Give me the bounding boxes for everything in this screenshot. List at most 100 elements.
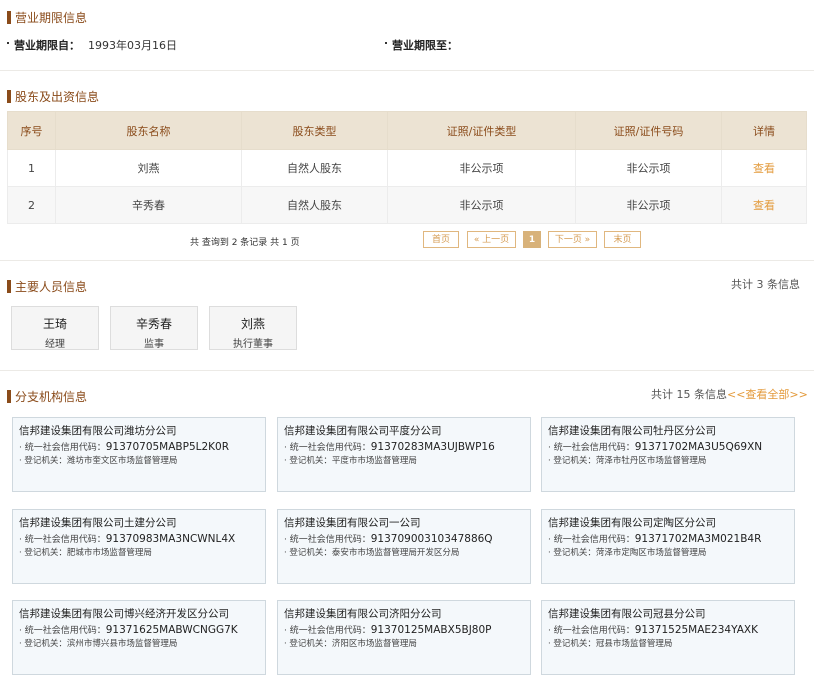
branch-reg-row: · 登记机关：菏泽市定陶区市场监督管理局 <box>548 546 794 558</box>
term-from-label: 营业期限自： <box>14 39 80 52</box>
branch-code-row: · 统一社会信用代码：91371702MA3U5Q69XN <box>548 440 794 453</box>
bullet <box>7 42 9 44</box>
credit-code-value: 91370983MA3NCWNL4X <box>105 533 236 545</box>
branch-reg-row: · 登记机关：滨州市博兴县市场监督管理局 <box>19 637 265 649</box>
next-page-button[interactable]: 下一页 » <box>548 231 597 248</box>
branch-name: 信邦建设集团有限公司冠县分公司 <box>548 608 706 620</box>
cell-no: 2 <box>7 186 56 224</box>
shareholders-title: 股东及出资信息 <box>7 88 99 105</box>
business-term-title-text: 营业期限信息 <box>15 11 88 25</box>
branch-code-row: · 统一社会信用代码：91371702MA3M021B4R <box>548 532 794 545</box>
branch-name: 信邦建设集团有限公司一公司 <box>284 517 421 529</box>
branch-card[interactable]: 信邦建设集团有限公司牡丹区分公司 · 统一社会信用代码：91371702MA3U5… <box>541 417 795 492</box>
branch-name: 信邦建设集团有限公司平度分公司 <box>284 425 442 437</box>
reg-authority-label: · 登记机关： <box>548 548 596 558</box>
branches-count-wrap: 共计 15 条信息<<查看全部>> <box>651 386 808 402</box>
branch-code-row: · 统一社会信用代码：91371525MAE234YAXK <box>548 623 794 636</box>
prev-page-button[interactable]: « 上一页 <box>467 231 516 248</box>
first-page-button[interactable]: 首页 <box>423 231 459 248</box>
branch-name: 信邦建设集团有限公司济阳分公司 <box>284 608 442 620</box>
view-all-link[interactable]: <<查看全部>> <box>727 388 808 401</box>
reg-authority-label: · 登记机关： <box>548 639 596 649</box>
term-to-label: 营业期限至： <box>392 39 458 52</box>
reg-authority-label: · 登记机关： <box>284 456 332 466</box>
cell-type: 自然人股东 <box>241 149 388 187</box>
credit-code-label: · 统一社会信用代码： <box>284 443 371 453</box>
credit-code-value: 91371525MAE234YAXK <box>634 624 758 636</box>
col-header-type: 股东类型 <box>241 111 388 150</box>
key-personnel-title: 主要人员信息 <box>7 278 87 295</box>
reg-authority-value: 菏泽市牡丹区市场监督管理局 <box>595 456 707 466</box>
branch-reg-row: · 登记机关：肥城市市场监督管理局 <box>19 546 265 558</box>
col-header-detail: 详情 <box>721 111 807 150</box>
credit-code-value: 91370900310347886Q <box>370 533 493 545</box>
branch-code-row: · 统一社会信用代码：91370983MA3NCWNL4X <box>19 532 265 545</box>
branch-reg-row: · 登记机关：平度市市场监督管理局 <box>284 454 530 466</box>
view-detail-link[interactable]: 查看 <box>753 162 775 175</box>
cell-name: 刘燕 <box>55 149 242 187</box>
branch-card[interactable]: 信邦建设集团有限公司定陶区分公司 · 统一社会信用代码：91371702MA3M0… <box>541 509 795 584</box>
branch-card[interactable]: 信邦建设集团有限公司一公司 · 统一社会信用代码：9137090031034788… <box>277 509 531 584</box>
cell-name: 辛秀春 <box>55 186 242 224</box>
branch-reg-row: · 登记机关：潍坊市奎文区市场监督管理局 <box>19 454 265 466</box>
branch-card[interactable]: 信邦建设集团有限公司济阳分公司 · 统一社会信用代码：91370125MABX5B… <box>277 600 531 675</box>
person-name: 王琦 <box>42 317 67 331</box>
branch-card[interactable]: 信邦建设集团有限公司潍坊分公司 · 统一社会信用代码：91370705MABP5L… <box>12 417 266 492</box>
branch-name: 信邦建设集团有限公司牡丹区分公司 <box>548 425 716 437</box>
reg-authority-value: 泰安市市场监督管理局开发区分局 <box>331 548 460 558</box>
reg-authority-label: · 登记机关： <box>284 548 332 558</box>
reg-authority-value: 肥城市市场监督管理局 <box>66 548 152 558</box>
credit-code-label: · 统一社会信用代码： <box>284 626 371 636</box>
branch-card[interactable]: 信邦建设集团有限公司博兴经济开发区分公司 · 统一社会信用代码：91371625M… <box>12 600 266 675</box>
col-header-id-type: 证照/证件类型 <box>387 111 576 150</box>
cell-id-no: 非公示项 <box>575 186 722 224</box>
person-card[interactable]: 王琦 经理 <box>11 306 99 350</box>
reg-authority-label: · 登记机关： <box>19 548 67 558</box>
col-header-no: 序号 <box>7 111 56 150</box>
reg-authority-value: 潍坊市奎文区市场监督管理局 <box>66 456 178 466</box>
cell-type: 自然人股东 <box>241 186 388 224</box>
branch-card[interactable]: 信邦建设集团有限公司冠县分公司 · 统一社会信用代码：91371525MAE234… <box>541 600 795 675</box>
person-role: 经理 <box>45 339 65 350</box>
branch-card[interactable]: 信邦建设集团有限公司土建分公司 · 统一社会信用代码：91370983MA3NCW… <box>12 509 266 584</box>
reg-authority-value: 济阳区市场监督管理局 <box>331 639 417 649</box>
personnel-count: 共计 3 条信息 <box>731 278 800 291</box>
branch-code-row: · 统一社会信用代码：91370900310347886Q <box>284 532 530 545</box>
person-name: 刘燕 <box>240 317 265 331</box>
last-page-button[interactable]: 末页 <box>604 231 641 248</box>
branch-name: 信邦建设集团有限公司土建分公司 <box>19 517 177 529</box>
reg-authority-value: 菏泽市定陶区市场监督管理局 <box>595 548 707 558</box>
branch-card[interactable]: 信邦建设集团有限公司平度分公司 · 统一社会信用代码：91370283MA3UJB… <box>277 417 531 492</box>
credit-code-label: · 统一社会信用代码： <box>548 443 635 453</box>
page-1-button[interactable]: 1 <box>523 231 541 248</box>
pager-summary: 共 查询到 2 条记录 共 1 页 <box>190 238 300 248</box>
branch-reg-row: · 登记机关：泰安市市场监督管理局开发区分局 <box>284 546 530 558</box>
credit-code-value: 91370705MABP5L2K0R <box>105 441 230 453</box>
reg-authority-value: 平度市市场监督管理局 <box>331 456 417 466</box>
reg-authority-label: · 登记机关： <box>19 639 67 649</box>
branch-name: 信邦建设集团有限公司博兴经济开发区分公司 <box>19 608 229 620</box>
table-row: 1 刘燕 自然人股东 非公示项 非公示项 查看 <box>7 149 807 187</box>
person-card[interactable]: 辛秀春 监事 <box>110 306 198 350</box>
branches-title: 分支机构信息 <box>7 388 87 405</box>
divider <box>0 370 814 371</box>
credit-code-value: 91371625MABWCNGG7K <box>105 624 238 636</box>
col-header-name: 股东名称 <box>55 111 242 150</box>
branches-title-text: 分支机构信息 <box>15 390 88 404</box>
reg-authority-value: 冠县市场监督管理局 <box>595 639 673 649</box>
reg-authority-label: · 登记机关： <box>19 456 67 466</box>
shareholders-title-text: 股东及出资信息 <box>15 90 100 104</box>
branch-code-row: · 统一社会信用代码：91370125MABX5BJ80P <box>284 623 530 636</box>
reg-authority-label: · 登记机关： <box>548 456 596 466</box>
view-detail-link[interactable]: 查看 <box>753 199 775 212</box>
divider <box>0 260 814 261</box>
credit-code-value: 91370125MABX5BJ80P <box>370 624 492 636</box>
person-card[interactable]: 刘燕 执行董事 <box>209 306 297 350</box>
credit-code-value: 91370283MA3UJBWP16 <box>370 441 495 453</box>
person-role: 监事 <box>144 339 164 350</box>
branch-name: 信邦建设集团有限公司潍坊分公司 <box>19 425 177 437</box>
credit-code-label: · 统一社会信用代码： <box>284 535 371 545</box>
divider <box>0 70 814 71</box>
credit-code-label: · 统一社会信用代码： <box>548 535 635 545</box>
cell-id-no: 非公示项 <box>575 149 722 187</box>
